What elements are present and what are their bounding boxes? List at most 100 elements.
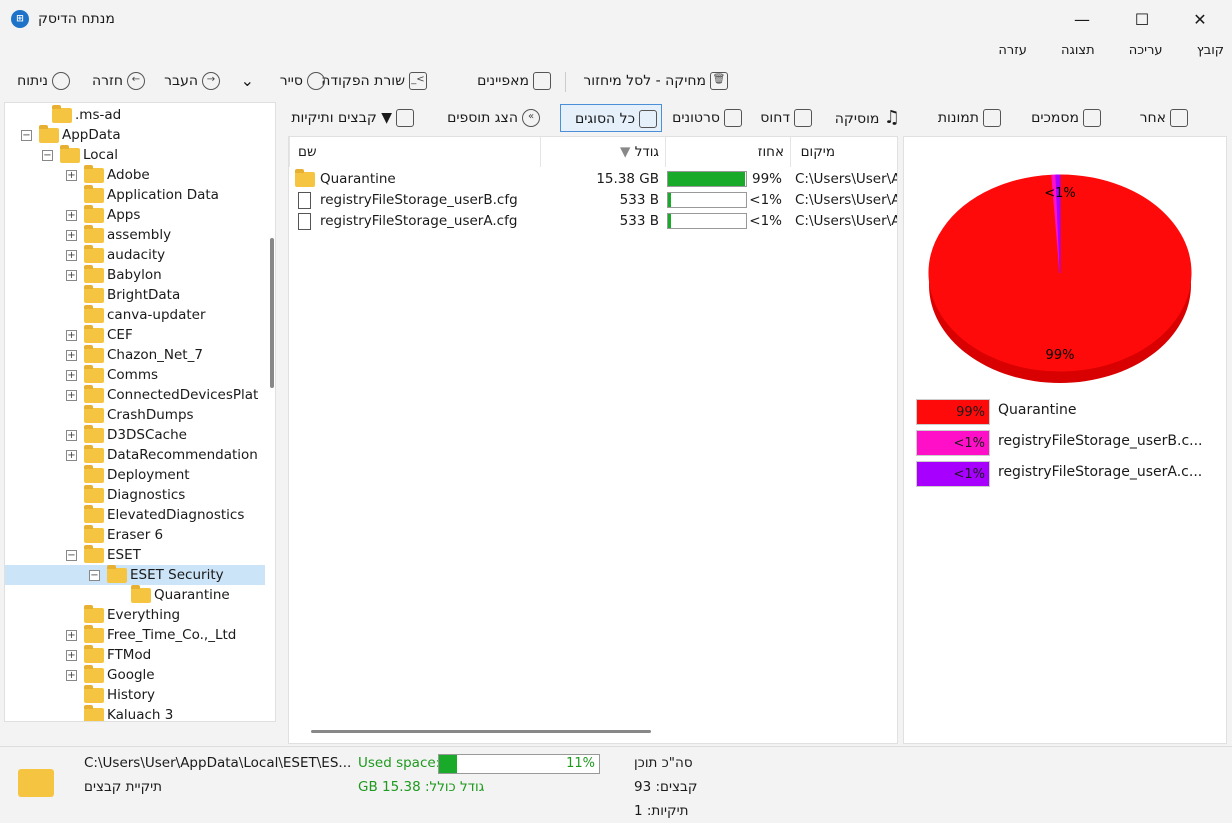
- table-row[interactable]: registryFileStorage_userB.cfg 533 B <1% C:\…: [289, 190, 897, 211]
- column-size[interactable]: גודל ▼: [540, 137, 665, 167]
- tree-item[interactable]: + Chazon_Net_7: [5, 345, 265, 365]
- minimize-button[interactable]: —: [1053, 0, 1111, 40]
- column-location[interactable]: מיקום: [790, 137, 899, 167]
- expand-icon[interactable]: +: [66, 170, 77, 181]
- tree-item[interactable]: Eraser 6: [5, 525, 265, 545]
- column-name[interactable]: שם: [289, 137, 540, 167]
- cell-location: C:\Users\User\Ap: [795, 192, 897, 208]
- expand-icon[interactable]: +: [66, 390, 77, 401]
- forward-button[interactable]: →העבר: [164, 69, 220, 93]
- close-button[interactable]: ✕: [1171, 0, 1229, 40]
- tree-item-label: AppData: [62, 127, 121, 143]
- column-percent[interactable]: אחוז: [665, 137, 790, 167]
- folder-icon: [84, 345, 104, 363]
- tree-item[interactable]: CrashDumps: [5, 405, 265, 425]
- legend-swatch: <1%: [916, 461, 990, 487]
- collapse-icon[interactable]: −: [66, 550, 77, 561]
- tree-item[interactable]: Deployment: [5, 465, 265, 485]
- expand-icon[interactable]: +: [66, 430, 77, 441]
- expand-icon[interactable]: +: [66, 650, 77, 661]
- tree-item[interactable]: History: [5, 685, 265, 705]
- menu-help[interactable]: עזרה: [998, 40, 1026, 62]
- tree-item[interactable]: + FTMod: [5, 645, 265, 665]
- tree-item[interactable]: + DataRecommendation: [5, 445, 265, 465]
- tree-item[interactable]: + Comms: [5, 365, 265, 385]
- tab-documents[interactable]: מסמכים: [1027, 104, 1105, 132]
- tree-item[interactable]: − ESET Security: [5, 565, 265, 585]
- command-line-button[interactable]: >_שורת הפקודה: [321, 69, 427, 93]
- tab-music[interactable]: ♫ מוסיקה: [831, 104, 904, 132]
- table-row[interactable]: registryFileStorage_userA.cfg 533 B <1% C:\…: [289, 211, 897, 232]
- menu-view[interactable]: תצוגה: [1061, 40, 1095, 62]
- back-button[interactable]: ←חזרה: [92, 69, 145, 93]
- tree-item[interactable]: − AppData: [5, 125, 265, 145]
- tree-item[interactable]: .ms-ad: [5, 105, 265, 125]
- tree-item[interactable]: + audacity: [5, 245, 265, 265]
- tab-images[interactable]: תמונות: [934, 104, 1005, 132]
- expand-icon[interactable]: +: [66, 210, 77, 221]
- tree-item-label: audacity: [107, 247, 166, 263]
- tree-item-label: Quarantine: [154, 587, 230, 603]
- expand-icon[interactable]: +: [66, 250, 77, 261]
- expand-icon[interactable]: +: [66, 370, 77, 381]
- menu-edit[interactable]: עריכה: [1129, 40, 1163, 62]
- tree-item[interactable]: Kaluach 3: [5, 705, 265, 721]
- folder-icon: [84, 185, 104, 203]
- legend-swatch: <1%: [916, 430, 990, 456]
- tree-item[interactable]: + ConnectedDevicesPlat: [5, 385, 265, 405]
- tree-item[interactable]: Quarantine: [5, 585, 265, 605]
- tree-item[interactable]: + Adobe: [5, 165, 265, 185]
- tree-item[interactable]: + Apps: [5, 205, 265, 225]
- pie-label: <1%: [1044, 186, 1076, 201]
- tree-item-label: ConnectedDevicesPlat: [107, 387, 259, 403]
- tree-item[interactable]: + assembly: [5, 225, 265, 245]
- expand-icon[interactable]: +: [66, 630, 77, 641]
- explorer-button[interactable]: סייר: [280, 69, 325, 93]
- collapse-icon[interactable]: −: [21, 130, 32, 141]
- file-icon: [1170, 109, 1188, 127]
- tree-item[interactable]: − ESET: [5, 545, 265, 565]
- table-row[interactable]: Quarantine 15.38 GB 99% C:\Users\User\Ap: [289, 169, 897, 190]
- tree-item[interactable]: Application Data: [5, 185, 265, 205]
- maximize-button[interactable]: ☐: [1113, 0, 1171, 40]
- tab-compressed[interactable]: דחוס: [756, 104, 816, 132]
- tree-item[interactable]: + Babylon: [5, 265, 265, 285]
- folders-count: תיקיות: 1: [634, 803, 689, 819]
- used-space-label: Used space:: [358, 755, 441, 771]
- tree-item[interactable]: + Free_Time_Co.,_Ltd: [5, 625, 265, 645]
- tab-videos[interactable]: סרטונים: [668, 104, 746, 132]
- expand-icon[interactable]: +: [66, 450, 77, 461]
- expand-icon[interactable]: +: [66, 270, 77, 281]
- tab-files-folders[interactable]: ▼ קבצים ותיקיות: [287, 104, 418, 132]
- expand-icon[interactable]: +: [66, 350, 77, 361]
- dropdown-button[interactable]: ⌄: [241, 69, 254, 93]
- tree-item[interactable]: + CEF: [5, 325, 265, 345]
- analyze-button[interactable]: ניתוח: [17, 69, 70, 93]
- expand-icon[interactable]: +: [66, 670, 77, 681]
- horizontal-scrollbar[interactable]: [311, 730, 651, 733]
- tab-show-addons[interactable]: »הצג תוספים: [443, 104, 544, 132]
- tab-all-types[interactable]: כל הסוגים: [560, 104, 662, 132]
- file-list[interactable]: שם גודל ▼ אחוז מיקום Quarantine 15.38 GB 9…: [288, 136, 898, 744]
- tab-other[interactable]: אחר: [1136, 104, 1192, 132]
- tree-item[interactable]: Diagnostics: [5, 485, 265, 505]
- expand-icon[interactable]: +: [66, 330, 77, 341]
- tree-item[interactable]: canva-updater: [5, 305, 265, 325]
- tree-item[interactable]: BrightData: [5, 285, 265, 305]
- folder-icon: [131, 585, 151, 603]
- expand-icon[interactable]: +: [66, 230, 77, 241]
- tree-item[interactable]: + Google: [5, 665, 265, 685]
- status-path: C:\Users\User\AppData\Local\ESET\ES...: [84, 755, 352, 771]
- tree-item[interactable]: ElevatedDiagnostics: [5, 505, 265, 525]
- delete-button[interactable]: 🗑מחיקה - לסל מיחזור: [583, 69, 728, 93]
- tree-item[interactable]: Everything: [5, 605, 265, 625]
- tree-item[interactable]: + D3DSCache: [5, 425, 265, 445]
- tree-scrollbar[interactable]: [270, 238, 274, 388]
- collapse-icon[interactable]: −: [42, 150, 53, 161]
- properties-button[interactable]: מאפיינים: [477, 69, 551, 93]
- collapse-icon[interactable]: −: [89, 570, 100, 581]
- tree-item[interactable]: − Local: [5, 145, 265, 165]
- filter-tabs-2: תמונות מסמכים אחר: [903, 101, 1227, 134]
- menu-file[interactable]: קובץ: [1197, 40, 1224, 62]
- folder-tree[interactable]: .ms-ad − AppData − Local + Adobe Application Da…: [4, 102, 276, 722]
